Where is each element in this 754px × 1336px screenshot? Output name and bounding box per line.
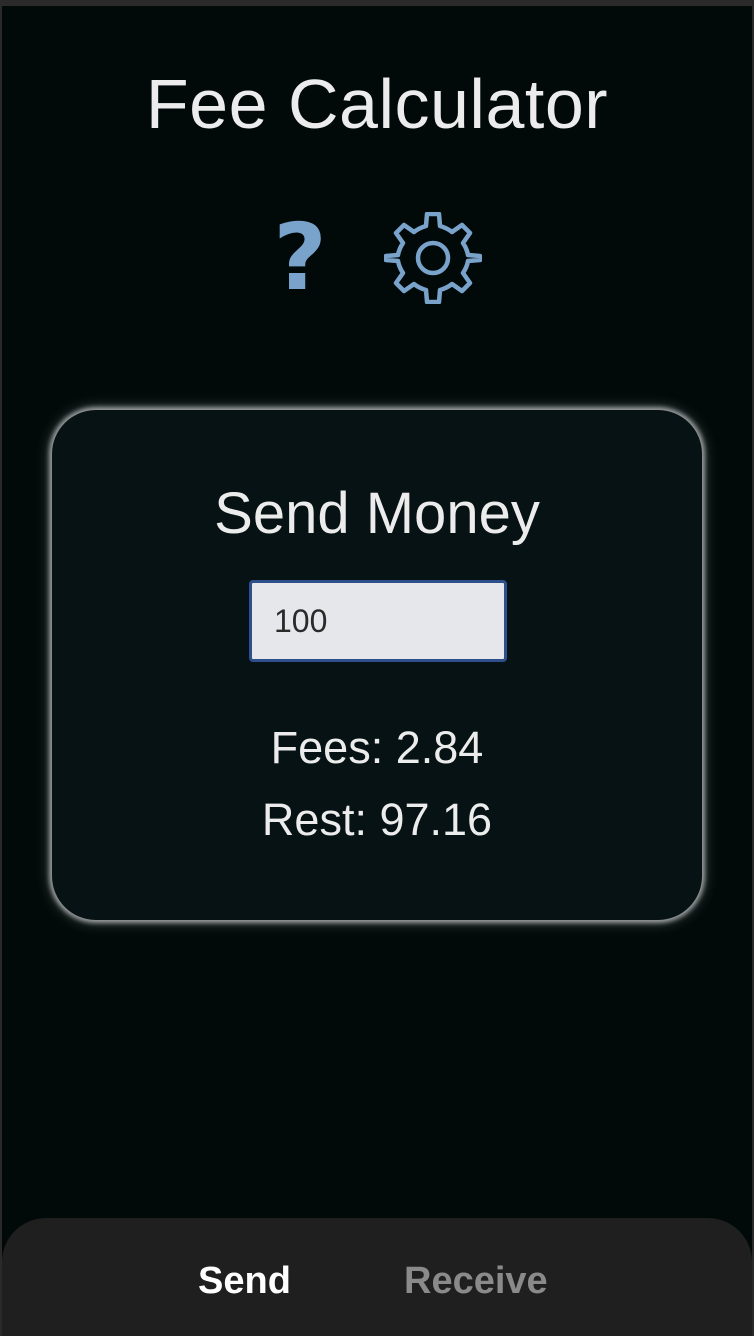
help-button[interactable]: ?	[270, 210, 330, 306]
tab-send[interactable]: Send	[198, 1260, 291, 1303]
app-screen: Fee Calculator ? Send Money Fees: 2.84 R…	[2, 6, 752, 1336]
gear-center	[415, 240, 451, 276]
page-title: Fee Calculator	[145, 65, 609, 143]
send-money-card: Send Money Fees: 2.84 Rest: 97.16	[52, 410, 702, 920]
tab-receive[interactable]: Receive	[404, 1260, 548, 1303]
gear-outline	[383, 211, 483, 305]
amount-input[interactable]	[249, 580, 507, 662]
gear-icon	[383, 211, 483, 305]
settings-button[interactable]	[383, 211, 483, 305]
question-mark-icon: ?	[273, 204, 327, 311]
bottom-tab-bar: Send Receive	[2, 1218, 752, 1336]
card-title: Send Money	[214, 481, 540, 546]
icon-toolbar: ?	[2, 210, 752, 306]
rest-text: Rest: 97.16	[261, 794, 493, 845]
fees-text: Fees: 2.84	[270, 722, 484, 773]
